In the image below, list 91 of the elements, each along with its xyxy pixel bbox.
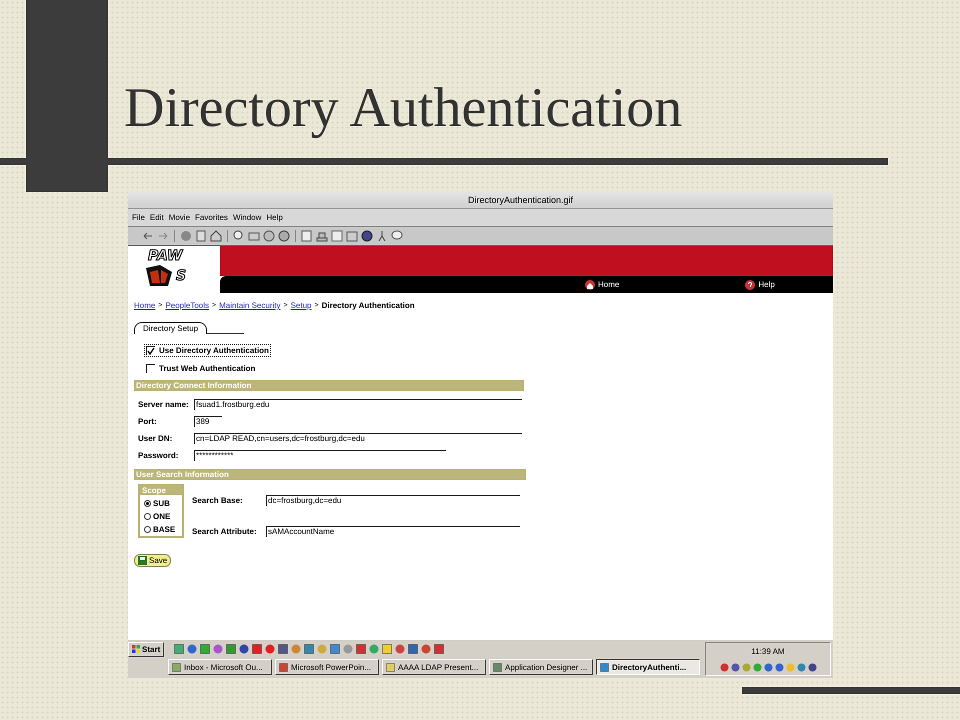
start-button[interactable]: Start xyxy=(128,642,164,656)
input-field[interactable]: sAMAccountName xyxy=(266,526,520,537)
checkbox-option[interactable]: Use Directory Authentication xyxy=(144,344,271,357)
menu-item[interactable]: Movie xyxy=(168,213,190,222)
app-icon[interactable] xyxy=(356,644,366,654)
field-label: Password: xyxy=(138,451,180,460)
app-icon[interactable] xyxy=(434,644,444,654)
toolbar-icon[interactable] xyxy=(278,230,290,242)
app-icon xyxy=(172,662,181,672)
menu-item[interactable]: Window xyxy=(232,213,262,222)
breadcrumb-current: Directory Authentication xyxy=(322,301,415,310)
taskbar-button[interactable]: DirectoryAuthenti... xyxy=(596,659,700,675)
toolbar-icon[interactable] xyxy=(195,230,207,242)
toolbar-icon[interactable] xyxy=(263,230,275,242)
checkbox[interactable] xyxy=(146,346,155,355)
input-field[interactable]: 389 xyxy=(194,416,222,427)
app-icon[interactable] xyxy=(213,644,224,654)
taskbar-button[interactable]: Microsoft PowerPoin... xyxy=(275,659,379,675)
app-icon[interactable] xyxy=(382,644,392,654)
nav-link[interactable]: Home xyxy=(585,280,620,290)
clock-time: 11:39 AM xyxy=(751,646,785,656)
app-icon[interactable] xyxy=(421,644,432,654)
section-header: User Search Information xyxy=(134,469,526,480)
radio-button[interactable] xyxy=(144,513,151,520)
app-icon[interactable] xyxy=(200,644,210,654)
toolbar-icon[interactable] xyxy=(301,230,313,242)
app-icon[interactable] xyxy=(278,644,288,654)
logo-text: S xyxy=(176,268,186,284)
window-title: DirectoryAuthentication.gif xyxy=(466,195,574,205)
app-icon[interactable] xyxy=(239,644,250,654)
scope-title: Scope xyxy=(140,486,182,495)
taskbar-button[interactable]: AAAA LDAP Present... xyxy=(382,659,486,675)
breadcrumb-link[interactable]: PeopleTools xyxy=(165,301,210,310)
radio-option[interactable]: BASE xyxy=(144,525,182,534)
app-icon[interactable] xyxy=(265,644,276,654)
app-icon[interactable] xyxy=(226,644,236,654)
breadcrumb-link[interactable]: Maintain Security xyxy=(219,301,280,310)
app-icon[interactable] xyxy=(330,644,340,654)
toolbar-icon[interactable] xyxy=(391,230,403,242)
input-field[interactable]: fsuad1.frostburg.edu xyxy=(194,399,522,410)
app-icon[interactable] xyxy=(187,644,198,654)
field-label: User DN: xyxy=(138,434,174,443)
toolbar-icon[interactable] xyxy=(316,230,328,242)
windows-flag-icon xyxy=(132,645,140,653)
taskbar-button[interactable]: Application Designer ... xyxy=(489,659,593,675)
paw-icon xyxy=(144,264,174,288)
menu-item[interactable]: Help xyxy=(266,213,283,222)
app-icon[interactable] xyxy=(252,644,262,654)
toolbar-icon[interactable] xyxy=(331,230,343,242)
section-header: Directory Connect Information xyxy=(134,380,524,391)
breadcrumb-link[interactable]: Home xyxy=(134,301,156,310)
help-icon xyxy=(745,280,756,290)
radio-option[interactable]: ONE xyxy=(144,512,182,521)
toolbar-icon[interactable] xyxy=(248,230,260,242)
app-icon xyxy=(279,662,288,672)
slide-title: Directory Authentication xyxy=(124,78,682,140)
radio-option[interactable]: SUB xyxy=(144,499,182,508)
menu-item[interactable]: Favorites xyxy=(195,213,228,222)
app-icon[interactable] xyxy=(408,644,418,654)
field-label: Server name: xyxy=(138,400,190,409)
toolbar-icon[interactable] xyxy=(346,230,358,242)
toolbar-icon[interactable] xyxy=(233,230,245,242)
toolbar-icon[interactable] xyxy=(361,230,373,242)
toolbar-icon[interactable] xyxy=(142,230,154,242)
app-icon xyxy=(493,662,502,672)
app-icon xyxy=(386,662,395,672)
input-field[interactable]: ************ xyxy=(194,450,446,461)
app-icon[interactable] xyxy=(304,644,314,654)
logo-text: PAW xyxy=(148,248,182,264)
breadcrumb-link[interactable]: Setup xyxy=(290,301,312,310)
save-button[interactable]: Save xyxy=(134,554,172,567)
toolbar-icon[interactable] xyxy=(376,230,388,242)
radio-button[interactable] xyxy=(144,500,151,507)
radio-button[interactable] xyxy=(144,526,151,533)
home-icon xyxy=(585,280,595,290)
checkbox-option[interactable]: Trust Web Authentication xyxy=(144,362,271,375)
app-icon[interactable] xyxy=(395,644,406,654)
field-label: Port: xyxy=(138,417,158,426)
toolbar-icon[interactable] xyxy=(210,230,222,242)
checkmark-icon xyxy=(147,347,155,355)
field-label: Search Attribute: xyxy=(192,527,258,536)
app-icon xyxy=(600,662,609,672)
nav-link[interactable]: Help xyxy=(745,280,775,290)
input-field[interactable]: cn=LDAP READ,cn=users,dc=frostburg,dc=edu xyxy=(194,433,522,444)
menu-item[interactable]: File xyxy=(132,213,145,222)
app-icon[interactable] xyxy=(174,644,184,654)
field-label: Search Base: xyxy=(192,496,244,505)
menu-item[interactable]: Edit xyxy=(150,213,164,222)
taskbar-button[interactable]: Inbox - Microsoft Ou... xyxy=(168,659,272,675)
tab[interactable]: Directory Setup xyxy=(134,322,208,334)
input-field[interactable]: dc=frostburg,dc=edu xyxy=(266,495,520,506)
